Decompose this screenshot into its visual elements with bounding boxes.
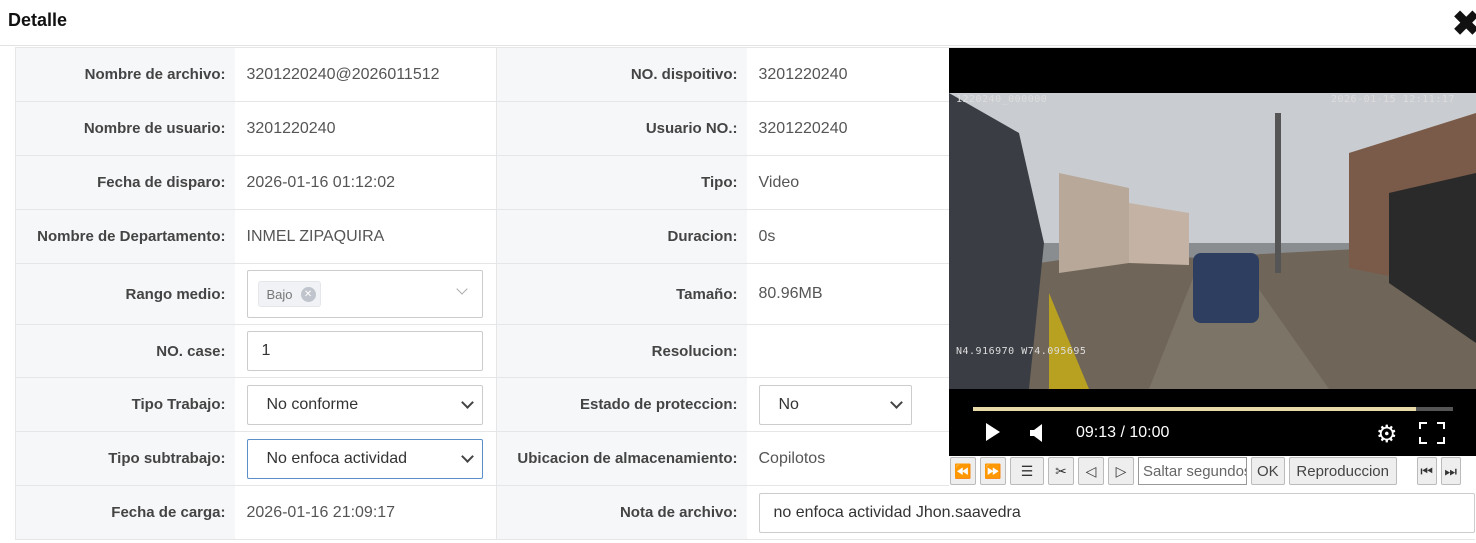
chevron-down-icon	[889, 395, 903, 409]
first-frame-button[interactable]: ⏮	[1416, 457, 1437, 485]
table-row: Fecha de carga: 2026-01-16 21:09:17 Nota…	[15, 485, 1475, 540]
video-player[interactable]: 1220240_000000 2026-01-15 12:11:17 N4.91…	[949, 48, 1476, 456]
label-resolution: Resolucion:	[496, 324, 747, 378]
label-work-type: Tipo Trabajo:	[15, 377, 235, 432]
close-icon[interactable]: ✖	[1452, 4, 1476, 44]
scissors-icon: ✂	[1055, 462, 1067, 479]
osd-channel: 1220240_000000	[956, 94, 1048, 105]
video-progress-bar[interactable]	[973, 407, 1453, 411]
label-range: Rango medio:	[15, 263, 235, 325]
file-note-input[interactable]: no enfoca actividad Jhon.saavedra	[758, 492, 1475, 533]
osd-gps: N4.916970 W74.095695	[956, 346, 1087, 357]
playback-button[interactable]: Reproduccion	[1288, 457, 1397, 485]
value-upload-date: 2026-01-16 21:09:17	[234, 485, 497, 540]
value-department: INMEL ZIPAQUIRA	[234, 209, 497, 264]
fast-forward-icon: ⏩	[984, 462, 1002, 479]
last-frame-button[interactable]: ⏭	[1440, 457, 1461, 485]
value-username: 3201220240	[234, 101, 497, 156]
chevron-down-icon	[460, 449, 474, 463]
label-subwork-type: Tipo subtrabajo:	[15, 431, 235, 486]
chevron-down-icon	[460, 395, 474, 409]
rewind-button[interactable]: ⏪	[950, 457, 976, 485]
label-case-no: NO. case:	[15, 324, 235, 378]
chevron-down-icon	[455, 283, 468, 295]
range-multiselect[interactable]: Bajo ✕	[246, 270, 483, 318]
list-indent-icon: ☰	[1020, 462, 1034, 479]
skip-start-icon: ⏮	[1420, 462, 1433, 479]
fast-forward-button[interactable]: ⏩	[980, 457, 1006, 485]
ok-button[interactable]: OK	[1251, 457, 1285, 485]
label-department: Nombre de Departamento:	[15, 209, 235, 264]
video-progress-fill	[973, 407, 1416, 411]
settings-icon[interactable]: ⚙	[1376, 420, 1398, 449]
next-frame-button[interactable]: ▷	[1108, 457, 1134, 485]
value-trigger-date: 2026-01-16 01:12:02	[234, 155, 497, 210]
protection-status-select[interactable]: No	[758, 384, 912, 425]
video-toolbar: ⏪ ⏩ ☰ ✂ ◁ ▷ Saltar segundos OK Reproducc…	[949, 456, 1476, 486]
protection-status-value: No	[778, 395, 799, 413]
clip-button[interactable]: ✂	[1048, 457, 1074, 485]
case-no-input[interactable]: 1	[246, 331, 483, 371]
label-filename: Nombre de archivo:	[15, 47, 235, 102]
label-size: Tamaño:	[496, 263, 747, 325]
volume-icon[interactable]	[1029, 423, 1045, 448]
label-type: Tipo:	[496, 155, 747, 210]
work-type-select[interactable]: No conforme	[246, 384, 483, 425]
indent-button[interactable]: ☰	[1010, 457, 1044, 485]
label-duration: Duracion:	[496, 209, 747, 264]
video-frame	[949, 93, 1476, 389]
fullscreen-icon[interactable]	[1419, 422, 1445, 449]
label-file-note: Nota de archivo:	[496, 485, 747, 540]
label-trigger-date: Fecha de disparo:	[15, 155, 235, 210]
osd-timestamp: 2026-01-15 12:11:17	[1331, 94, 1455, 105]
play-icon[interactable]	[985, 422, 1001, 447]
dialog-title: Detalle	[8, 10, 68, 30]
prev-frame-button[interactable]: ◁	[1078, 457, 1104, 485]
label-protection-status: Estado de proteccion:	[496, 377, 747, 432]
label-user-no: Usuario NO.:	[496, 101, 747, 156]
seek-seconds-input[interactable]: Saltar segundos	[1138, 457, 1247, 485]
label-device-no: NO. dispoitivo:	[496, 47, 747, 102]
subwork-type-value: No enfoca actividad	[266, 449, 408, 467]
range-tag: Bajo ✕	[257, 281, 321, 307]
video-time: 09:13 / 10:00	[1076, 424, 1170, 441]
dialog-header: Detalle ✖	[0, 0, 1476, 46]
work-type-value: No conforme	[266, 395, 359, 413]
remove-tag-icon[interactable]: ✕	[300, 286, 316, 302]
skip-end-icon: ⏭	[1444, 462, 1457, 479]
label-upload-date: Fecha de carga:	[15, 485, 235, 540]
subwork-type-select[interactable]: No enfoca actividad	[246, 438, 483, 479]
value-filename: 3201220240@2026011512	[234, 47, 497, 102]
next-frame-icon: ▷	[1115, 462, 1127, 479]
label-storage-location: Ubicacion de almacenamiento:	[496, 431, 747, 486]
label-username: Nombre de usuario:	[15, 101, 235, 156]
rewind-icon: ⏪	[954, 462, 972, 479]
prev-frame-icon: ◁	[1085, 462, 1097, 479]
range-tag-label: Bajo	[266, 286, 293, 302]
